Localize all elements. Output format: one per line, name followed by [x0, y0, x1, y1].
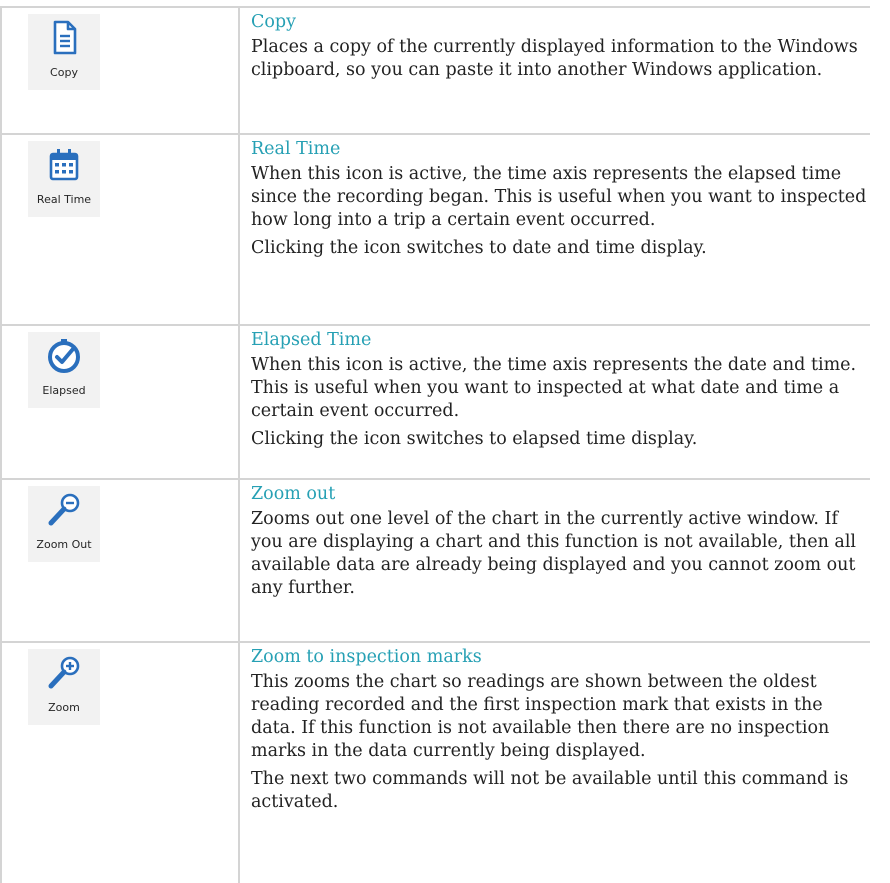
- icon-cell: Zoom: [0, 643, 240, 883]
- command-title: Zoom out: [251, 484, 336, 504]
- description-cell: Elapsed Time When this icon is active, t…: [240, 326, 870, 478]
- description-text: Places a copy of the currently displayed…: [251, 37, 858, 80]
- command-title: Zoom to inspection marks: [251, 647, 482, 667]
- description-text: The next two commands will not be availa…: [251, 769, 849, 812]
- copy-button[interactable]: Copy: [28, 14, 100, 90]
- table-row: Elapsed Elapsed Time When this icon is a…: [0, 326, 870, 480]
- command-title: Copy: [251, 12, 297, 32]
- real-time-button-label: Real Time: [36, 193, 92, 206]
- zoom-button-label: Zoom: [48, 701, 80, 714]
- icon-cell: Elapsed: [0, 326, 240, 478]
- zoom-out-icon: [46, 486, 82, 532]
- description-text: Clicking the icon switches to date and t…: [251, 238, 707, 258]
- description-text: When this icon is active, the time axis …: [251, 164, 867, 230]
- zoom-in-icon: [46, 649, 82, 695]
- zoom-button[interactable]: Zoom: [28, 649, 100, 725]
- description-text: Clicking the icon switches to elapsed ti…: [251, 429, 698, 449]
- clock-check-icon: [46, 332, 82, 378]
- icon-cell: Zoom Out: [0, 480, 240, 641]
- command-title: Elapsed Time: [251, 330, 372, 350]
- table-row: Zoom Zoom to inspection marks This zooms…: [0, 643, 870, 883]
- description-cell: Real Time When this icon is active, the …: [240, 135, 870, 324]
- table-row: Copy Copy Places a copy of the currently…: [0, 8, 870, 135]
- icon-cell: Copy: [0, 8, 240, 133]
- description-cell: Copy Places a copy of the currently disp…: [240, 8, 870, 133]
- real-time-button[interactable]: Real Time: [28, 141, 100, 217]
- zoom-out-button-label: Zoom Out: [36, 538, 92, 551]
- elapsed-button[interactable]: Elapsed: [28, 332, 100, 408]
- description-cell: Zoom out Zooms out one level of the char…: [240, 480, 870, 641]
- copy-document-icon: [47, 14, 81, 60]
- icon-cell: Real Time: [0, 135, 240, 324]
- description-text: When this icon is active, the time axis …: [251, 355, 857, 421]
- calendar-icon: [47, 141, 81, 187]
- elapsed-button-label: Elapsed: [42, 384, 86, 397]
- table-row: Zoom Out Zoom out Zooms out one level of…: [0, 480, 870, 643]
- command-reference-table: Copy Copy Places a copy of the currently…: [0, 6, 870, 883]
- description-text: Zooms out one level of the chart in the …: [251, 509, 857, 598]
- copy-button-label: Copy: [50, 66, 78, 79]
- command-title: Real Time: [251, 139, 341, 159]
- description-text: This zooms the chart so readings are sho…: [251, 672, 830, 761]
- zoom-out-button[interactable]: Zoom Out: [28, 486, 100, 562]
- description-cell: Zoom to inspection marks This zooms the …: [240, 643, 870, 883]
- table-row: Real Time Real Time When this icon is ac…: [0, 135, 870, 326]
